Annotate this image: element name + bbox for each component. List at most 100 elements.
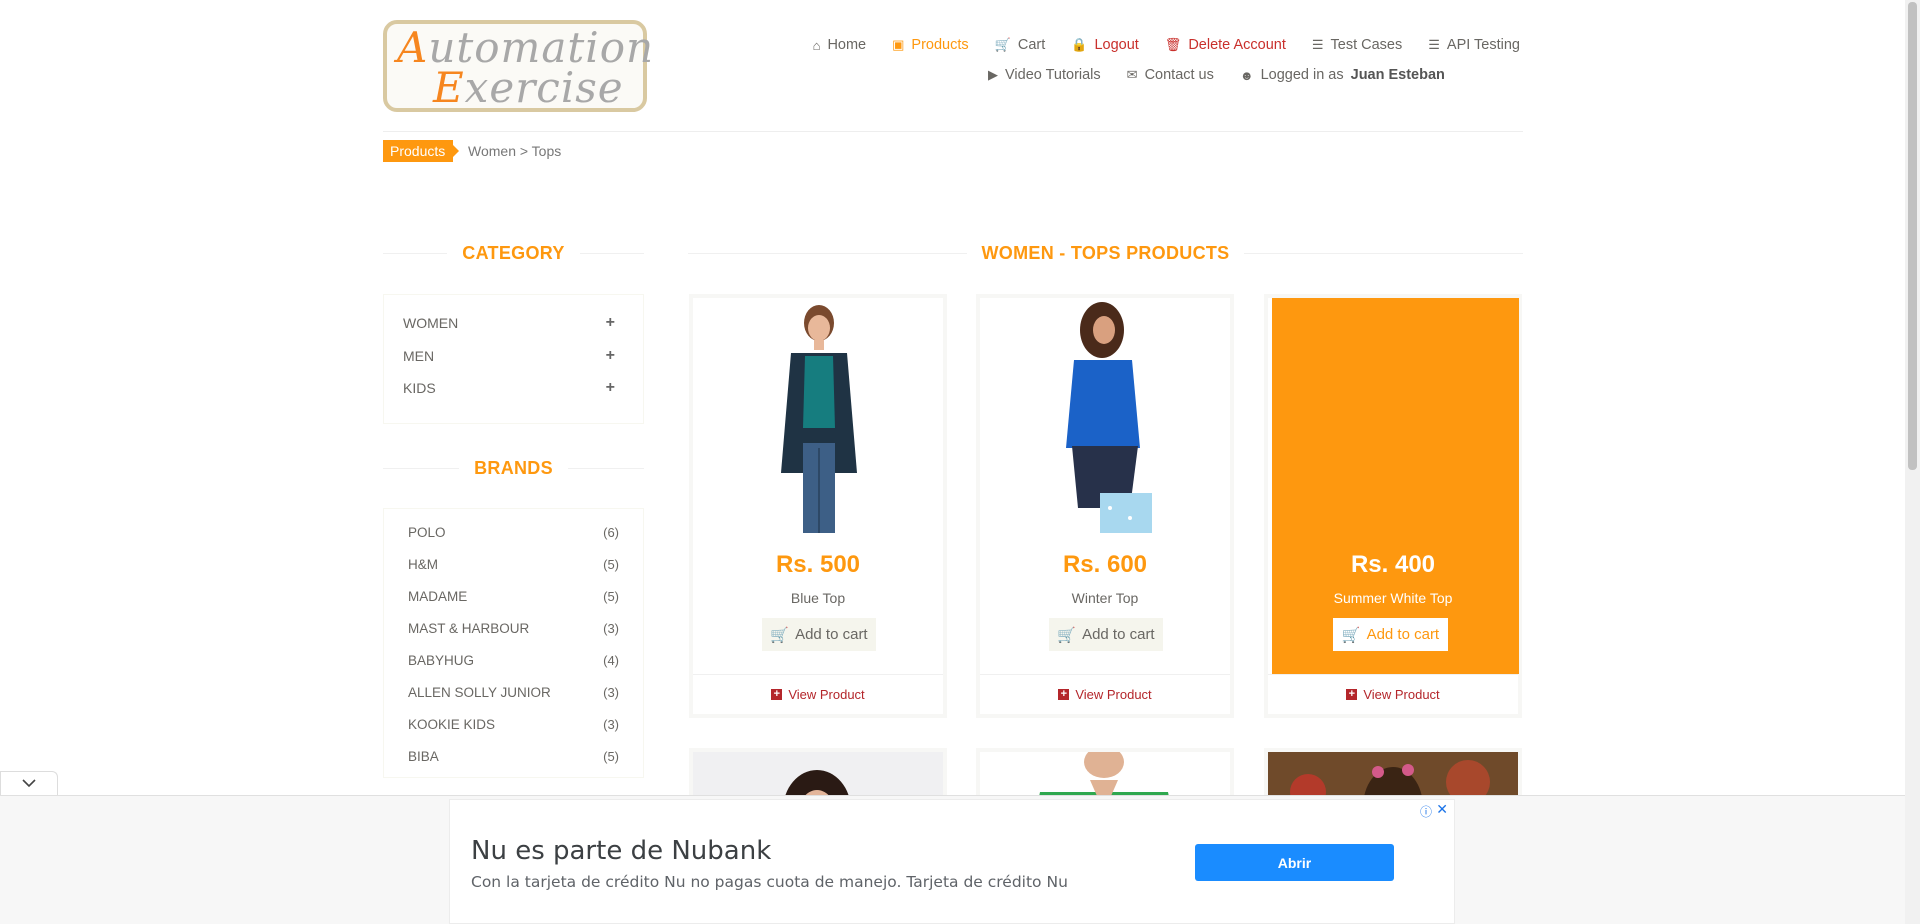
nav-video-tutorials[interactable]: ▶ Video Tutorials	[988, 67, 1101, 83]
nav-row-1: ⌂ Home ▣ Products 🛒 Cart 🔒 Logout 🗑 Dele…	[780, 30, 1520, 60]
brand-count: (4)	[603, 653, 619, 668]
ad-banner[interactable]: Nu es parte de Nubank Con la tarjeta de …	[449, 799, 1455, 924]
nav-home-label: Home	[827, 37, 867, 53]
brand-count: (3)	[603, 717, 619, 732]
brand-label: H&M	[408, 557, 438, 572]
brand-item-hm[interactable]: H&M (5)	[384, 554, 643, 586]
products-icon: ▣	[892, 37, 905, 52]
view-product-label: View Product	[1075, 687, 1152, 702]
ad-info-icon[interactable]: ⓘ	[1420, 803, 1432, 820]
view-product-link[interactable]: + View Product	[1268, 674, 1518, 714]
view-product-link[interactable]: + View Product	[693, 674, 943, 714]
logged-in-prefix: Logged in as	[1260, 67, 1344, 83]
plus-icon[interactable]: +	[606, 372, 615, 405]
add-to-cart-button[interactable]: 🛒 Add to cart	[1333, 618, 1448, 651]
list-icon: ☰	[1311, 37, 1324, 52]
youtube-icon: ▶	[988, 67, 998, 82]
add-to-cart-button[interactable]: 🛒 Add to cart	[762, 618, 876, 651]
brand-item-mast-harbour[interactable]: MAST & HARBOUR (3)	[384, 618, 643, 650]
brand-label: KOOKIE KIDS	[408, 717, 496, 732]
main-nav: ⌂ Home ▣ Products 🛒 Cart 🔒 Logout 🗑 Dele…	[780, 30, 1520, 90]
nav-cart-label: Cart	[1017, 37, 1046, 53]
brand-label: ALLEN SOLLY JUNIOR	[408, 685, 551, 700]
chevron-down-icon	[22, 779, 36, 788]
category-title: CATEGORY	[383, 242, 644, 264]
view-product-link[interactable]: + View Product	[980, 674, 1230, 714]
site-logo[interactable]: Automation Exercise	[383, 20, 653, 112]
nav-logout[interactable]: 🔒 Logout	[1071, 37, 1139, 53]
brand-item-biba[interactable]: BIBA (5)	[384, 746, 643, 778]
view-product-label: View Product	[1363, 687, 1440, 702]
category-item-men[interactable]: MEN +	[384, 340, 643, 373]
trash-icon: 🗑	[1164, 37, 1182, 52]
nav-contact-us[interactable]: ✉ Contact us	[1127, 67, 1214, 83]
home-icon: ⌂	[812, 37, 821, 53]
brand-count: (5)	[603, 749, 619, 764]
products-title-text: WOMEN - TOPS PRODUCTS	[966, 242, 1245, 264]
page-scrollbar[interactable]	[1905, 0, 1920, 924]
plus-square-icon: +	[771, 689, 783, 700]
add-to-cart-label: Add to cart	[1082, 626, 1155, 643]
brand-item-allen-solly-junior[interactable]: ALLEN SOLLY JUNIOR (3)	[384, 682, 643, 714]
cart-icon: 🛒	[770, 626, 790, 644]
nav-delete-account-label: Delete Account	[1188, 37, 1286, 53]
products-title: WOMEN - TOPS PRODUCTS	[688, 242, 1523, 264]
brand-label: POLO	[408, 525, 446, 540]
nav-test-cases[interactable]: ☰ Test Cases	[1312, 37, 1402, 53]
nav-home[interactable]: ⌂ Home	[813, 37, 867, 53]
brand-label: MAST & HARBOUR	[408, 621, 530, 636]
product-image	[980, 298, 1230, 533]
plus-square-icon: +	[1058, 689, 1070, 700]
logo-text-2: xercise	[464, 63, 624, 112]
nav-video-tutorials-label: Video Tutorials	[1005, 67, 1101, 83]
breadcrumb-path: Women > Tops	[468, 143, 562, 159]
logged-in-username: Juan Esteban	[1350, 67, 1445, 83]
brands-panel: POLO (6) H&M (5) MADAME (5) MAST & HARBO…	[383, 508, 644, 778]
ad-title[interactable]: Nu es parte de Nubank	[471, 836, 771, 866]
brand-item-babyhug[interactable]: BABYHUG (4)	[384, 650, 643, 682]
user-icon: ☻	[1239, 67, 1254, 83]
category-title-text: CATEGORY	[447, 242, 580, 264]
cart-icon: 🛒	[1341, 626, 1361, 644]
nav-api-testing[interactable]: ☰ API Testing	[1428, 37, 1520, 53]
brand-item-madame[interactable]: MADAME (5)	[384, 586, 643, 618]
nav-logout-label: Logout	[1094, 37, 1139, 53]
page: Automation Exercise ⌂ Home ▣ Products 🛒 …	[0, 0, 1920, 924]
logo-cap-a: A	[397, 23, 429, 72]
ad-close-icon[interactable]: ✕	[1436, 801, 1448, 818]
list-icon: ☰	[1428, 37, 1440, 52]
nav-products[interactable]: ▣ Products	[892, 37, 969, 53]
plus-icon[interactable]: +	[606, 307, 615, 340]
cart-icon: 🛒	[1057, 626, 1077, 644]
ad-open-button[interactable]: Abrir	[1195, 844, 1394, 881]
nav-contact-us-label: Contact us	[1144, 67, 1214, 83]
brand-label: BABYHUG	[408, 653, 475, 668]
breadcrumb-tag: Products	[383, 140, 460, 162]
brand-count: (3)	[603, 621, 619, 636]
nav-cart[interactable]: 🛒 Cart	[995, 37, 1046, 53]
header-divider	[383, 131, 1523, 132]
product-price: Rs. 600	[1062, 551, 1148, 578]
logo-cap-e: E	[433, 63, 465, 112]
add-to-cart-label: Add to cart	[795, 626, 868, 643]
brand-count: (5)	[603, 589, 619, 604]
add-to-cart-button[interactable]: 🛒 Add to cart	[1049, 618, 1163, 651]
product-card: Rs. 500 Blue Top 🛒 Add to cart + View Pr…	[689, 294, 947, 718]
product-card: Rs. 400 Summer White Top 🛒 Add to cart +…	[1264, 294, 1522, 718]
add-to-cart-label: Add to cart	[1366, 626, 1440, 643]
envelope-icon: ✉	[1126, 67, 1138, 82]
category-item-women[interactable]: WOMEN +	[384, 307, 643, 340]
scrollbar-thumb[interactable]	[1908, 2, 1917, 470]
product-price: Rs. 400	[1350, 551, 1436, 578]
plus-icon[interactable]: +	[606, 340, 615, 373]
view-product-label: View Product	[788, 687, 865, 702]
brands-title-text: BRANDS	[459, 457, 568, 479]
nav-delete-account[interactable]: 🗑 Delete Account	[1165, 37, 1286, 53]
brand-count: (5)	[603, 557, 619, 572]
brand-count: (6)	[603, 525, 619, 540]
category-item-kids[interactable]: KIDS +	[384, 372, 643, 405]
ad-collapse-toggle[interactable]	[0, 771, 58, 795]
brand-item-kookie-kids[interactable]: KOOKIE KIDS (3)	[384, 714, 643, 746]
brand-label: MADAME	[408, 589, 468, 604]
brand-item-polo[interactable]: POLO (6)	[384, 522, 643, 554]
